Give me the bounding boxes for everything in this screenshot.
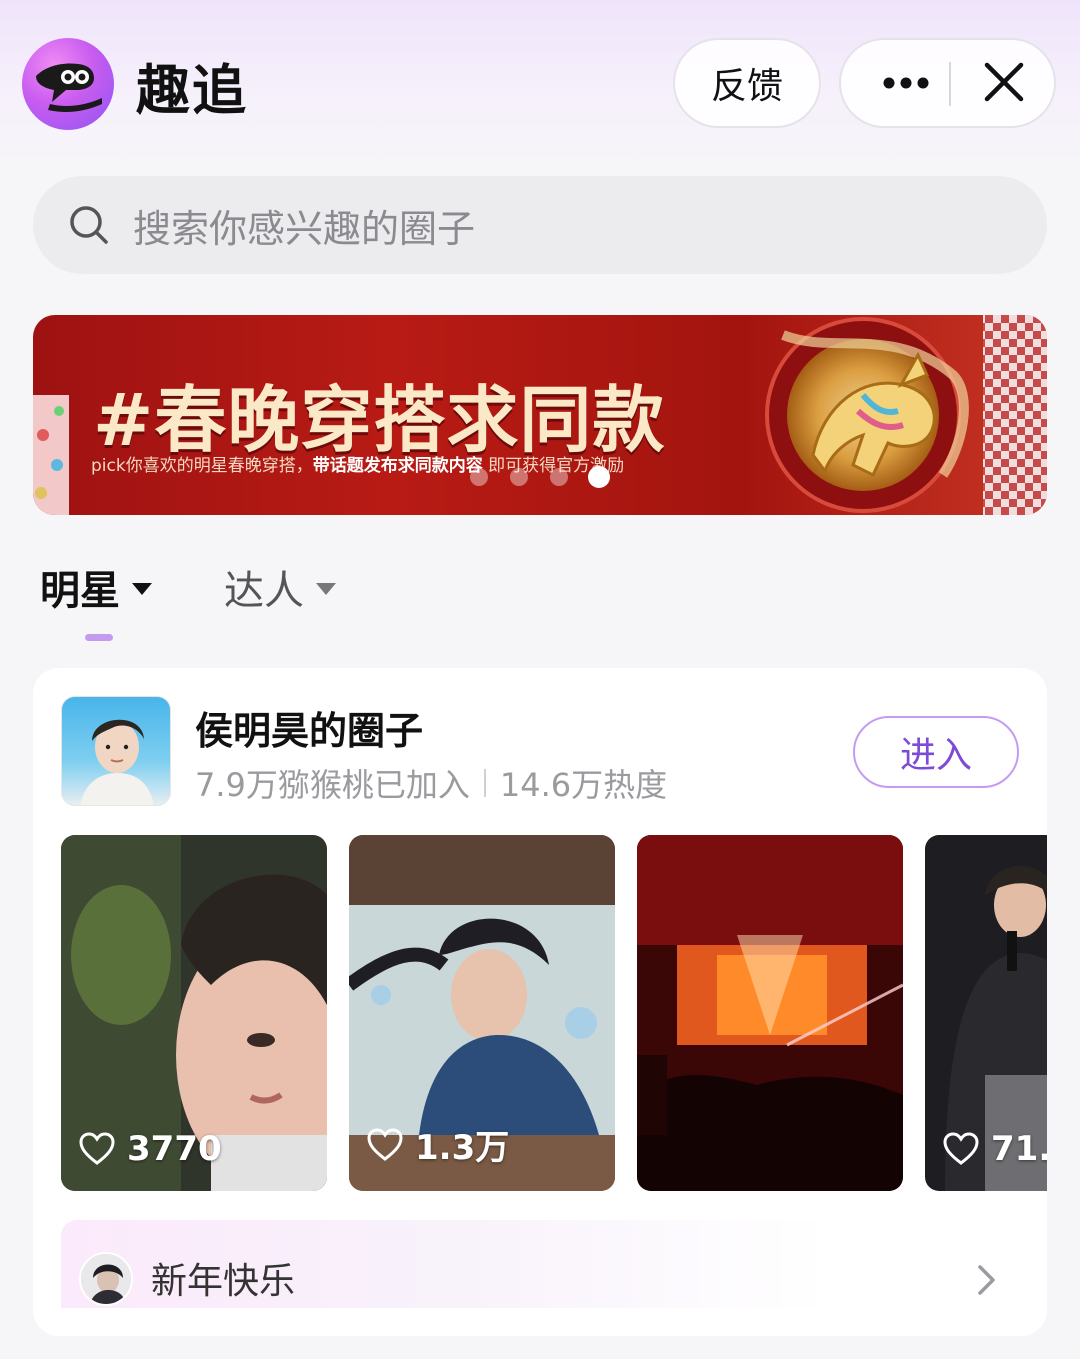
circle-stats: 7.9万猕猴桃已加入 14.6万热度 [195, 760, 667, 806]
enter-circle-button[interactable]: 进入 [853, 716, 1019, 788]
heart-icon[interactable] [367, 1127, 403, 1162]
post-thumbnail[interactable] [637, 835, 903, 1191]
chevron-right-icon [978, 1265, 995, 1295]
post-image [637, 835, 903, 1191]
menu-divider [949, 62, 951, 106]
member-count: 7.9万猕猴桃已加入 [195, 766, 470, 804]
heat-count: 14.6万热度 [499, 766, 668, 804]
search-input[interactable]: 搜索你感兴趣的圈子 [133, 176, 1013, 274]
like-count-value: 1.3万 [415, 1128, 510, 1168]
more-icon[interactable] [859, 40, 947, 126]
tab-stars-label: 明星 [40, 568, 120, 614]
close-icon[interactable] [961, 40, 1047, 126]
post-author-avatar [79, 1252, 133, 1306]
tab-influencers-label: 达人 [224, 568, 304, 614]
like-count: 3770 [79, 1129, 222, 1169]
like-count-value: 71.3 [991, 1129, 1047, 1169]
circle-avatar[interactable] [61, 696, 171, 806]
app-header: 趣追 反馈 [0, 0, 1080, 165]
banner-subtitle: pick你喜欢的明星春晚穿搭，带话题发布求同款内容 即可获得官方激励 [91, 451, 624, 476]
search-bar[interactable]: 搜索你感兴趣的圈子 [33, 176, 1047, 274]
latest-post-row[interactable]: 新年快乐 [61, 1220, 1021, 1308]
pagination-dot-active[interactable] [588, 466, 610, 488]
app-title: 趣追 [136, 59, 248, 122]
golden-horse-illustration [765, 315, 1047, 515]
banner-decoration [33, 395, 69, 515]
like-count-value: 3770 [127, 1129, 222, 1169]
circle-card[interactable]: 侯明昊的圈子 7.9万猕猴桃已加入 14.6万热度 进入 3770 1.3万 7… [33, 668, 1047, 1336]
caret-down-icon [316, 583, 336, 595]
tab-stars[interactable]: 明星 [40, 562, 152, 614]
app-logo-icon [22, 38, 114, 130]
post-thumbnails: 3770 1.3万 71 [61, 835, 1047, 1191]
banner-subtitle-bold: 带话题发布求同款内容 [312, 456, 483, 476]
tab-influencers[interactable]: 达人 [224, 562, 336, 614]
tab-indicator [85, 634, 113, 641]
heart-icon[interactable] [79, 1132, 115, 1166]
pagination-dot[interactable] [550, 468, 568, 486]
like-count: 1.3万 [367, 1120, 509, 1169]
promo-banner[interactable]: #春晚穿搭求同款 pick你喜欢的明星春晚穿搭，带话题发布求同款内容 即可获得官… [33, 315, 1047, 515]
post-thumbnail[interactable]: 71.3 [925, 835, 1047, 1191]
banner-subtitle-start: pick你喜欢的明星春晚穿搭， [91, 456, 313, 476]
stats-divider [483, 769, 486, 797]
feedback-label: 反馈 [710, 66, 783, 107]
like-count: 71.3 [943, 1129, 1047, 1169]
capsule-menu [839, 38, 1056, 128]
pagination-dot[interactable] [470, 468, 488, 486]
search-icon [70, 206, 108, 244]
latest-post-text: 新年快乐 [151, 1261, 296, 1302]
post-thumbnail[interactable]: 1.3万 [349, 835, 615, 1191]
post-thumbnail[interactable]: 3770 [61, 835, 327, 1191]
circle-name: 侯明昊的圈子 [195, 709, 424, 753]
pagination-dot[interactable] [510, 468, 528, 486]
feedback-button[interactable]: 反馈 [673, 38, 821, 128]
caret-down-icon [132, 583, 152, 595]
heart-icon[interactable] [943, 1132, 979, 1166]
